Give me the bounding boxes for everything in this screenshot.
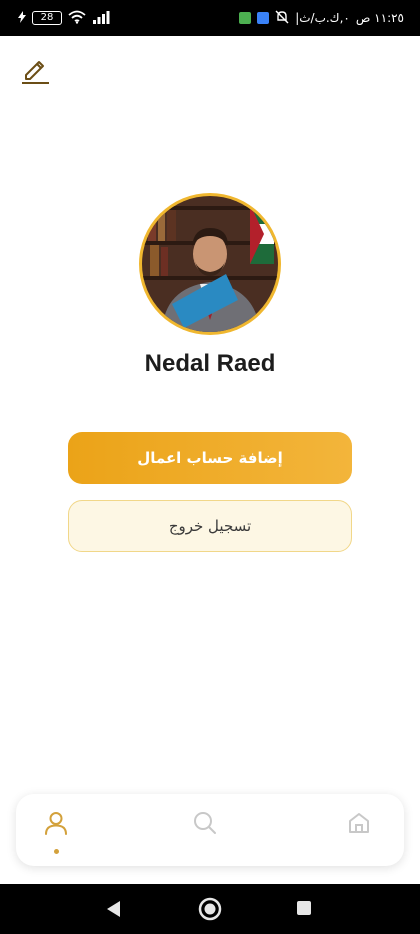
edit-profile-button[interactable] bbox=[16, 54, 52, 90]
active-indicator-dot bbox=[54, 849, 59, 854]
mute-bell-icon bbox=[275, 10, 289, 27]
app-badge-blue-icon bbox=[257, 12, 270, 24]
avatar bbox=[142, 196, 278, 332]
search-icon bbox=[192, 810, 218, 840]
status-time: ١١:٢٥ ص bbox=[355, 11, 404, 25]
edit-pencil-icon bbox=[19, 55, 49, 89]
status-bar: 28 |٠,ك.ب/ث ١١:٢٥ ص bbox=[0, 0, 420, 36]
nav-item-search[interactable] bbox=[190, 810, 220, 840]
profile-icon bbox=[43, 810, 69, 840]
charging-icon bbox=[18, 10, 26, 26]
wifi-icon bbox=[68, 10, 86, 27]
nav-item-profile[interactable] bbox=[41, 810, 71, 840]
battery-icon: 28 bbox=[32, 11, 62, 25]
recents-icon[interactable] bbox=[296, 900, 312, 920]
system-nav-bar bbox=[0, 884, 420, 934]
battery-level: 28 bbox=[32, 11, 62, 25]
status-left: 28 bbox=[18, 10, 110, 27]
app-badge-green-icon bbox=[239, 12, 252, 24]
avatar-ring bbox=[139, 193, 281, 335]
home-icon bbox=[346, 810, 372, 840]
bottom-nav bbox=[16, 794, 404, 866]
user-name: Nedal Raed bbox=[144, 350, 276, 377]
network-speed: |٠,ك.ب/ث bbox=[295, 11, 350, 25]
signal-icon bbox=[92, 10, 110, 27]
status-right: |٠,ك.ب/ث ١١:٢٥ ص bbox=[239, 10, 404, 27]
add-business-account-button[interactable]: إضافة حساب اعمال bbox=[68, 432, 352, 484]
nav-item-home[interactable] bbox=[344, 810, 374, 840]
logout-button[interactable]: تسجيل خروج bbox=[68, 500, 352, 552]
home-circle-icon[interactable] bbox=[198, 897, 222, 925]
back-icon[interactable] bbox=[104, 899, 122, 923]
